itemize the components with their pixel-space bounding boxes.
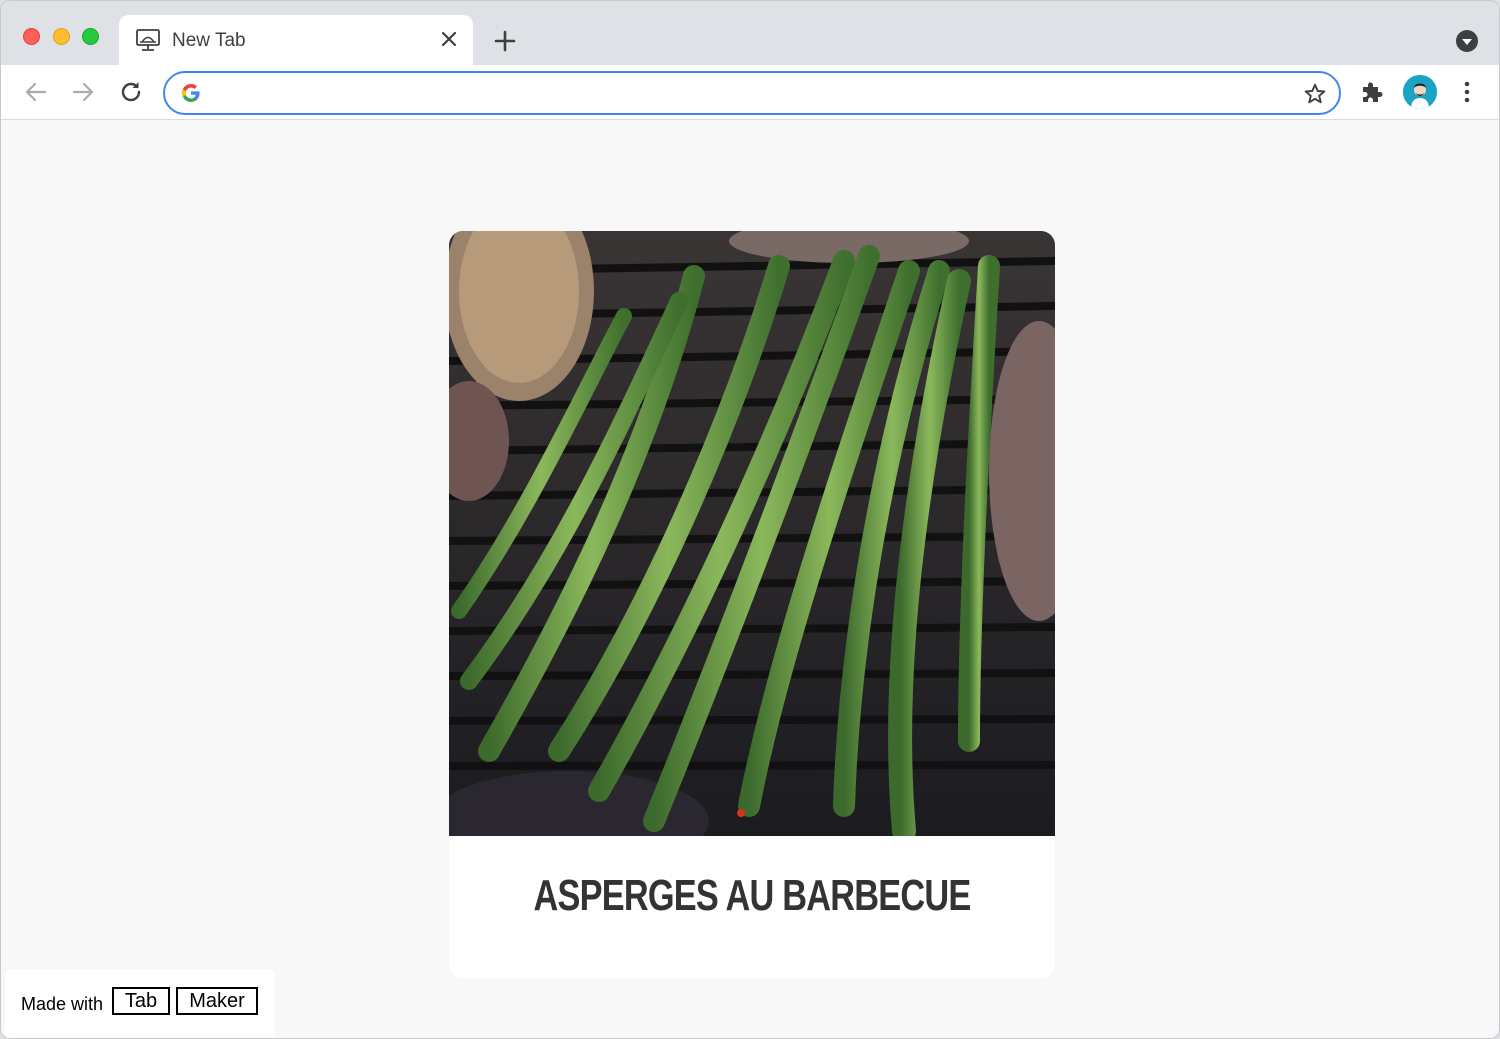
close-window-button[interactable]: [23, 28, 40, 45]
tab-maker-maker-link[interactable]: Maker: [176, 987, 258, 1015]
close-icon[interactable]: [437, 27, 461, 51]
omnibox[interactable]: [163, 71, 1341, 115]
tab-new-tab[interactable]: New Tab: [119, 15, 473, 65]
tab-maker-tab-link[interactable]: Tab: [112, 987, 170, 1015]
profile-illustration: [1403, 75, 1437, 109]
address-input[interactable]: [213, 79, 1277, 109]
toolbar: [1, 65, 1499, 120]
star-icon[interactable]: [1303, 82, 1327, 106]
puzzle-icon[interactable]: [1359, 79, 1385, 105]
plus-icon[interactable]: [491, 27, 519, 55]
browser-window: New Tab ASPERGES AU BARBECUE Made with T…: [0, 0, 1500, 1039]
tab-strip: New Tab: [1, 1, 1499, 65]
avatar-icon[interactable]: [1403, 75, 1437, 109]
page-content: ASPERGES AU BARBECUE Made with Tab Maker: [1, 120, 1499, 1038]
maximize-window-button[interactable]: [82, 28, 99, 45]
recipe-card[interactable]: ASPERGES AU BARBECUE: [449, 231, 1055, 978]
tab-title: New Tab: [172, 30, 246, 51]
arrow-left-icon[interactable]: [22, 78, 50, 106]
google-g-icon: [182, 84, 200, 102]
monitor-icon: [136, 29, 160, 51]
kebab-menu-icon[interactable]: [1455, 79, 1479, 105]
arrow-right-icon[interactable]: [69, 78, 97, 106]
made-with-label: Made with: [21, 994, 104, 1014]
recipe-title: ASPERGES AU BARBECUE: [533, 871, 972, 920]
grilled-asparagus-photo: [449, 231, 1055, 836]
chevron-down-circle-icon[interactable]: [1455, 29, 1479, 53]
reload-icon[interactable]: [117, 78, 145, 106]
minimize-window-button[interactable]: [53, 28, 70, 45]
made-with-badge: Made with Tab Maker: [5, 969, 275, 1038]
